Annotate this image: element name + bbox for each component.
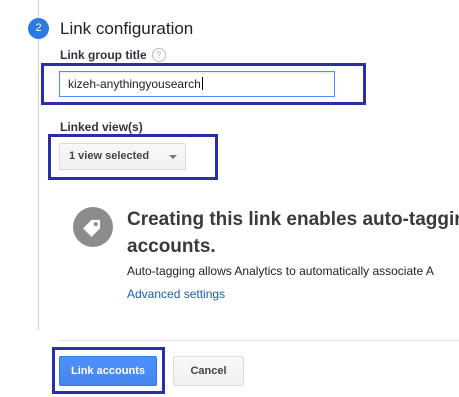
- text-caret: [201, 77, 203, 90]
- linked-views-selected: 1 view selected: [69, 150, 150, 162]
- link-group-title-input[interactable]: kizeh-anythingyousearch: [59, 71, 335, 97]
- auto-tagging-heading-line2: accounts.: [127, 236, 216, 257]
- link-group-title-label-text: Link group title: [60, 48, 147, 62]
- chevron-down-icon: [169, 155, 177, 159]
- link-group-title-value: kizeh-anythingyousearch: [68, 77, 201, 91]
- link-accounts-button[interactable]: Link accounts: [59, 356, 157, 386]
- step-timeline-line: [38, 0, 39, 330]
- section-title: Link configuration: [60, 19, 194, 38]
- question-mark-icon[interactable]: ?: [151, 48, 166, 62]
- link-group-title-label: Link group title?: [60, 48, 166, 62]
- actions-divider: [59, 340, 459, 341]
- link-configuration-page: 2 Link configuration Link group title? k…: [0, 0, 459, 397]
- advanced-settings-link[interactable]: Advanced settings: [127, 287, 225, 301]
- step-number-badge: 2: [28, 18, 49, 39]
- linked-views-label: Linked view(s): [60, 120, 143, 134]
- auto-tagging-description: Auto-tagging allows Analytics to automat…: [127, 264, 434, 278]
- auto-tagging-heading: Creating this link enables auto-taggin a…: [127, 206, 459, 260]
- linked-views-dropdown[interactable]: 1 view selected: [59, 143, 186, 170]
- auto-tagging-heading-line1: Creating this link enables auto-taggin: [127, 209, 459, 230]
- tag-icon: [73, 207, 113, 247]
- cancel-button[interactable]: Cancel: [173, 356, 244, 386]
